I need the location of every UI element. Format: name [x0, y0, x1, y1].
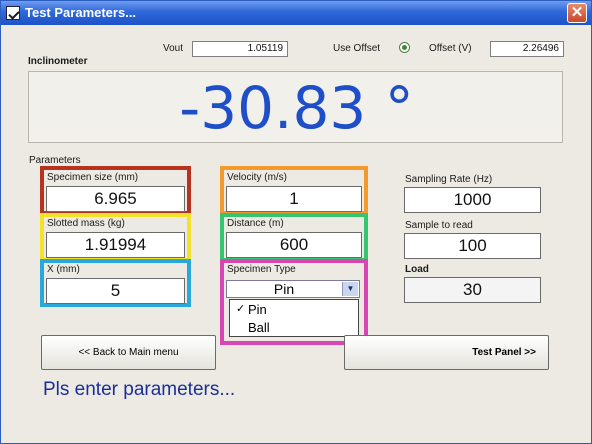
- dropdown-option-label: Ball: [248, 320, 270, 335]
- status-message: Pls enter parameters...: [43, 379, 236, 400]
- velocity-label: Velocity (m/s): [227, 172, 288, 183]
- close-button[interactable]: ✕: [567, 3, 587, 23]
- specimen-type-label: Specimen Type: [227, 264, 296, 275]
- sampling-rate-label: Sampling Rate (Hz): [405, 174, 493, 185]
- x-input[interactable]: 5: [46, 278, 185, 304]
- test-parameters-window: Test Parameters... ✕ Vout 1.05119 Use Of…: [0, 0, 592, 444]
- inclinometer-reading: -30.83 °: [179, 74, 414, 142]
- app-icon: [6, 6, 20, 20]
- inclinometer-display: -30.83 °: [28, 71, 563, 143]
- vout-indicator: 1.05119: [192, 41, 288, 57]
- chevron-down-icon[interactable]: ▼: [342, 282, 358, 296]
- title-bar: Test Parameters... ✕: [1, 1, 591, 25]
- use-offset-radio[interactable]: [399, 42, 410, 53]
- inclinometer-label: Inclinometer: [28, 56, 88, 67]
- dropdown-option-ball[interactable]: Ball: [230, 319, 358, 336]
- dropdown-option-pin[interactable]: ✓ Pin: [230, 301, 358, 318]
- use-offset-label: Use Offset: [333, 43, 381, 54]
- distance-label: Distance (m): [227, 218, 284, 229]
- slotted-mass-label: Slotted mass (kg): [47, 218, 125, 229]
- dropdown-option-label: Pin: [248, 302, 267, 317]
- vout-label: Vout: [163, 43, 184, 54]
- specimen-type-select[interactable]: Pin ▼: [226, 280, 360, 298]
- specimen-type-dropdown: ✓ Pin Ball: [229, 299, 359, 337]
- offset-label: Offset (V): [429, 43, 472, 54]
- sample-to-read-input[interactable]: 100: [404, 233, 541, 259]
- parameters-group-label: Parameters: [29, 155, 81, 166]
- window-title: Test Parameters...: [25, 5, 137, 20]
- load-indicator: 30: [404, 277, 541, 303]
- sampling-rate-input[interactable]: 1000: [404, 187, 541, 213]
- velocity-input[interactable]: 1: [226, 186, 362, 212]
- offset-indicator: 2.26496: [490, 41, 564, 57]
- back-to-main-menu-button[interactable]: << Back to Main menu: [41, 335, 216, 370]
- sample-to-read-label: Sample to read: [405, 220, 473, 231]
- specimen-size-input[interactable]: 6.965: [46, 186, 185, 212]
- specimen-type-selected: Pin: [273, 281, 295, 297]
- specimen-size-label: Specimen size (mm): [47, 172, 139, 183]
- slotted-mass-input[interactable]: 1.91994: [46, 232, 185, 258]
- x-label: X (mm): [47, 264, 80, 275]
- checkmark-icon: ✓: [236, 303, 246, 315]
- distance-input[interactable]: 600: [226, 232, 362, 258]
- load-label: Load: [405, 264, 429, 275]
- test-panel-button[interactable]: Test Panel >>: [344, 335, 549, 370]
